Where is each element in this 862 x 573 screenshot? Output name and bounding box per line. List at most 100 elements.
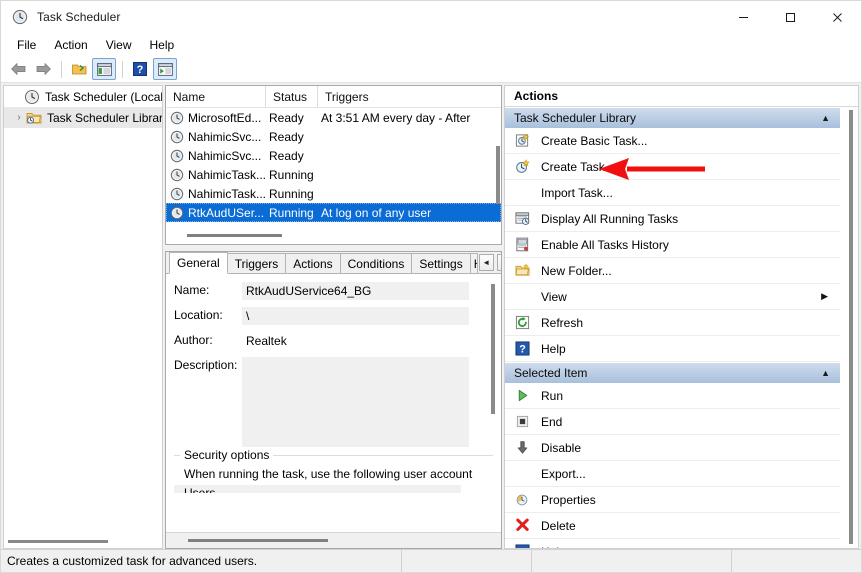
help-icon[interactable]: ? (128, 58, 152, 80)
action-label: Properties (541, 492, 596, 507)
task-status: Ready (269, 129, 304, 144)
tab-scroll-buttons: ◄ ► (478, 254, 501, 271)
collapse-caret-icon[interactable]: ▲ (821, 113, 830, 123)
section-title: Task Scheduler Library (514, 111, 637, 125)
table-row[interactable]: RtkAudUSer... Running At log on of any u… (166, 203, 501, 222)
column-header-status[interactable]: Status (266, 86, 318, 107)
task-status: Running (269, 186, 314, 201)
actions-section-header-library[interactable]: Task Scheduler Library ▲ (505, 107, 840, 128)
new-folder-icon (514, 263, 530, 279)
menu-help[interactable]: Help (141, 35, 184, 55)
action-enable-all-tasks-history[interactable]: Enable All Tasks History (505, 232, 840, 258)
action-refresh[interactable]: Refresh (505, 310, 840, 336)
folder-clock-icon (26, 110, 42, 126)
task-detail-panel: General Triggers Actions Conditions Sett… (165, 251, 502, 549)
forward-icon[interactable] (31, 58, 55, 80)
scrollbar-thumb[interactable] (188, 539, 328, 542)
no-icon (514, 289, 530, 305)
action-properties[interactable]: Properties (505, 487, 840, 513)
disable-icon (514, 440, 530, 456)
tab-general[interactable]: General (169, 252, 228, 274)
tab-scroll-prev-button[interactable]: ◄ (478, 254, 494, 271)
action-run[interactable]: Run (505, 383, 840, 409)
tab-conditions[interactable]: Conditions (339, 253, 413, 273)
actions-section-header-selected-item[interactable]: Selected Item ▲ (505, 362, 840, 383)
menu-view[interactable]: View (97, 35, 141, 55)
toolbar-separator (61, 60, 62, 78)
console-tree-pane[interactable]: Task Scheduler (Local) › Task Scheduler … (3, 85, 163, 549)
task-name-cell: NahimicSvc... (166, 130, 266, 144)
chevron-right-icon[interactable]: › (12, 111, 26, 125)
action-label: Help (541, 544, 566, 549)
task-name-cell: NahimicTask... (166, 168, 266, 182)
table-row[interactable]: MicrosoftEd... Ready At 3:51 AM every da… (166, 108, 501, 127)
close-button[interactable] (814, 1, 861, 33)
action-new-folder[interactable]: New Folder... (505, 258, 840, 284)
run-icon (514, 388, 530, 404)
table-row[interactable]: NahimicTask... Running (166, 165, 501, 184)
detail-horizontal-scrollbar[interactable] (166, 532, 501, 548)
clock-icon (12, 9, 28, 25)
tree-horizontal-scrollbar[interactable] (6, 536, 160, 546)
menu-file[interactable]: File (8, 35, 45, 55)
actions-vertical-scrollbar[interactable] (849, 110, 853, 544)
table-row[interactable]: NahimicSvc... Ready (166, 146, 501, 165)
scrollbar-thumb[interactable] (8, 540, 108, 543)
field-location: Location: \ (166, 307, 501, 325)
action-display-all-running-tasks[interactable]: Display All Running Tasks (505, 206, 840, 232)
task-name-cell: MicrosoftEd... (166, 111, 266, 125)
minimize-button[interactable] (720, 1, 767, 33)
action-view[interactable]: View ▶ (505, 284, 840, 310)
table-row[interactable]: NahimicSvc... Ready (166, 127, 501, 146)
action-import-task[interactable]: Import Task... (505, 180, 840, 206)
tree-item-task-scheduler-local[interactable]: Task Scheduler (Local) (4, 86, 162, 107)
task-name: MicrosoftEd... (188, 110, 262, 125)
collapse-caret-icon[interactable]: ▲ (821, 368, 830, 378)
tree-item-task-scheduler-library[interactable]: › Task Scheduler Library (4, 107, 162, 128)
create-basic-task-icon (514, 133, 530, 149)
tab-actions[interactable]: Actions (285, 253, 341, 273)
action-disable[interactable]: Disable (505, 435, 840, 461)
column-header-triggers[interactable]: Triggers (318, 86, 501, 107)
action-create-basic-task[interactable]: Create Basic Task... (505, 128, 840, 154)
action-label: Help (541, 341, 566, 356)
window-title: Task Scheduler (37, 10, 121, 24)
scrollbar-thumb[interactable] (187, 234, 282, 237)
properties-icon[interactable] (153, 58, 177, 80)
submenu-arrow-icon: ▶ (821, 291, 828, 301)
tab-scroll-next-button[interactable]: ► (496, 254, 501, 271)
detail-tabs: General Triggers Actions Conditions Sett… (166, 252, 501, 274)
tab-history[interactable]: H (469, 253, 478, 273)
task-triggers: At 3:51 AM every day - After (321, 110, 471, 125)
clock-icon (170, 149, 184, 163)
action-end[interactable]: End (505, 409, 840, 435)
toolbar-separator-2 (122, 60, 123, 78)
task-list[interactable]: Name Status Triggers MicrosoftEd... Read… (165, 85, 502, 245)
task-status: Ready (269, 110, 304, 125)
general-tab-content: Name: RtkAudUService64_BG Location: \ Au… (166, 274, 501, 532)
tab-triggers[interactable]: Triggers (226, 253, 287, 273)
column-header-name[interactable]: Name (166, 86, 266, 107)
content-panes: Task Scheduler (Local) › Task Scheduler … (1, 83, 861, 549)
action-delete[interactable]: Delete (505, 513, 840, 539)
action-create-task[interactable]: Create Task... (505, 154, 840, 180)
task-location-value: \ (242, 307, 469, 325)
table-row[interactable]: NahimicTask... Running (166, 184, 501, 203)
task-list-horizontal-scrollbar[interactable] (167, 228, 500, 244)
action-help-library[interactable]: ? Help (505, 336, 840, 362)
maximize-button[interactable] (767, 1, 814, 33)
enable-history-icon (514, 237, 530, 253)
action-label: Disable (541, 440, 582, 455)
back-icon[interactable] (6, 58, 30, 80)
task-list-vertical-scrollbar[interactable] (496, 146, 500, 204)
security-options-group: Security options When running the task, … (174, 448, 493, 493)
detail-vertical-scrollbar[interactable] (491, 284, 495, 414)
action-export[interactable]: Export... (505, 461, 840, 487)
show-hide-console-tree-icon[interactable] (67, 58, 91, 80)
delete-icon (514, 518, 530, 534)
tab-settings[interactable]: Settings (411, 253, 471, 273)
menu-action[interactable]: Action (45, 35, 96, 55)
svg-text:?: ? (519, 343, 526, 355)
show-hide-action-pane-icon[interactable] (92, 58, 116, 80)
action-help-selected[interactable]: ? Help (505, 539, 840, 548)
